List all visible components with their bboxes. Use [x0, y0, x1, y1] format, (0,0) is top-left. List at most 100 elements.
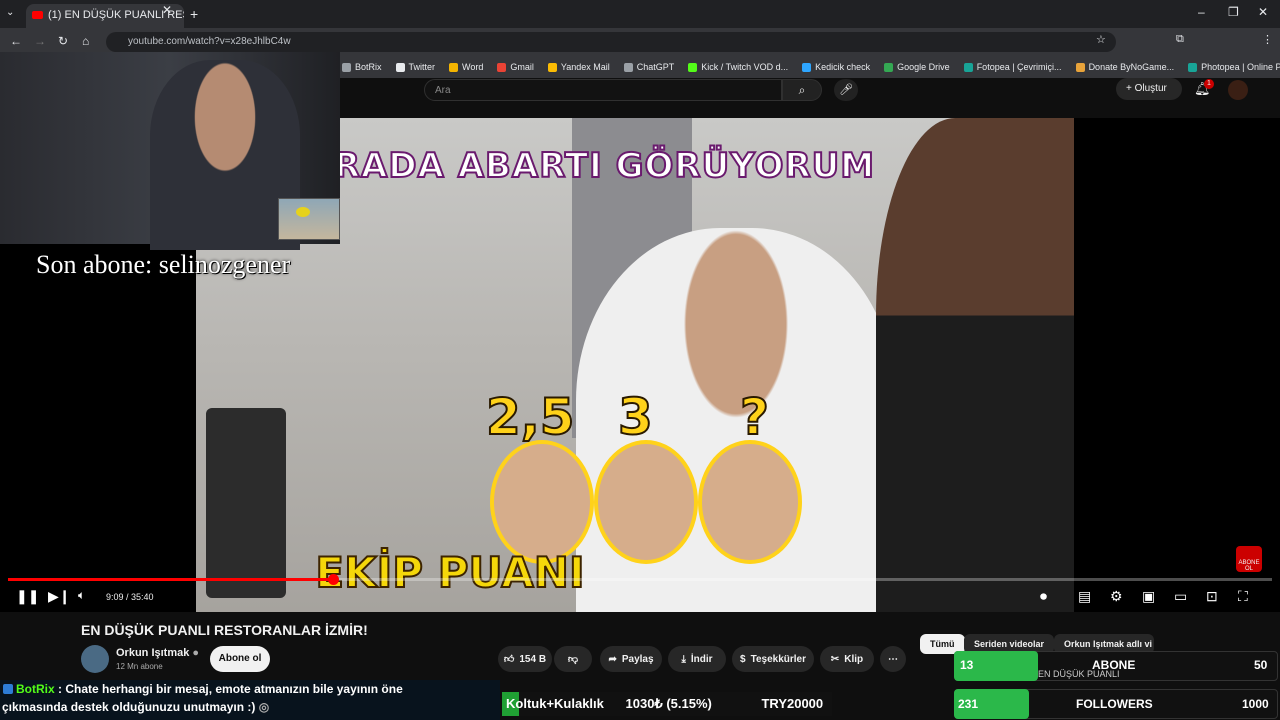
volume-icon[interactable]: 🔈︎ — [78, 588, 85, 603]
like-button[interactable]: 👍︎ 154 B — [498, 646, 552, 672]
bookmark-gmail[interactable]: Gmail — [497, 62, 534, 72]
browser-tab[interactable]: (1) EN DÜŞÜK PUANLI REST — [26, 4, 184, 28]
menu-icon[interactable]: ⋮ — [1262, 33, 1273, 46]
reload-icon[interactable]: ↻ — [58, 34, 68, 48]
score-1: 2,5 — [485, 387, 576, 447]
new-tab-icon[interactable]: + — [190, 6, 198, 22]
bynogame-icon — [1075, 62, 1085, 72]
hidden-video-title: EN DÜŞÜK PUANLI — [1038, 669, 1120, 679]
address-bar[interactable]: youtube.com/watch?v=x28eJhlbC4w — [106, 32, 1116, 52]
notification-badge: 1 — [1204, 79, 1214, 89]
subtitles-icon[interactable]: ▤ — [1078, 588, 1091, 605]
download-icon: ⤓ — [681, 653, 686, 665]
bookmarks-bar: BotRix Twitter Word Gmail Yandex Mail Ch… — [340, 56, 1280, 78]
close-window-icon[interactable]: ✕ — [1258, 5, 1268, 19]
bookmark-google-drive[interactable]: Google Drive — [884, 62, 950, 72]
share-button[interactable]: ➦ Paylaş — [600, 646, 662, 672]
cast-icon[interactable]: ⊡ — [1206, 588, 1218, 605]
bird-image — [296, 207, 310, 217]
botrix-icon — [342, 62, 351, 72]
progress-bar-fill — [8, 578, 333, 581]
bookmark-kedicik[interactable]: Kedicik check — [802, 62, 870, 72]
score-3: ? — [739, 387, 770, 447]
next-icon[interactable]: ▶❙ — [48, 588, 71, 605]
theater-mode-icon[interactable]: ▭ — [1174, 588, 1187, 605]
dislike-button[interactable]: 👎︎ — [554, 646, 592, 672]
chatgpt-icon — [623, 62, 633, 72]
emote-icon: ◎ — [258, 700, 270, 714]
clip-button[interactable]: ✂ Klip — [820, 646, 874, 672]
subscriber-count: 12 Mn abone — [116, 662, 163, 671]
miniplayer-icon[interactable]: ▣ — [1142, 588, 1155, 605]
twitter-icon — [395, 62, 405, 72]
verified-icon: ● — [192, 647, 200, 659]
bookmark-fotopea[interactable]: Fotopea | Çevrimiçi... — [963, 62, 1062, 72]
url-text: youtube.com/watch?v=x28eJhlbC4w — [128, 36, 291, 47]
bookmark-chatgpt[interactable]: ChatGPT — [623, 62, 674, 72]
restore-icon[interactable]: ❐ — [1228, 5, 1239, 19]
tab-search-icon[interactable]: ⌄ — [6, 7, 14, 18]
microphone-icon[interactable]: 🎤︎ — [834, 79, 858, 101]
bookmark-bynogame[interactable]: Donate ByNoGame... — [1075, 62, 1174, 72]
subscriber-goal-current: 13 — [960, 658, 974, 672]
pause-icon[interactable]: ❚❚ — [16, 588, 39, 605]
minimize-icon[interactable]: – — [1198, 5, 1205, 19]
bookmark-photopea[interactable]: Photopea | Online P... — [1188, 62, 1280, 72]
channel-avatar[interactable] — [81, 645, 109, 673]
youtube-favicon-icon — [32, 11, 43, 19]
bird-cam — [278, 198, 340, 240]
like-icon: 👍︎ — [503, 654, 515, 665]
follower-goal-current: 231 — [958, 697, 979, 711]
extensions-icon[interactable]: ⧉ — [1176, 33, 1184, 46]
thanks-button[interactable]: $ Teşekkürler — [732, 646, 814, 672]
yandex-mail-icon — [547, 62, 557, 72]
download-button[interactable]: ⤓ İndir — [668, 646, 726, 672]
dislike-icon: 👎︎ — [567, 654, 579, 665]
settings-gear-icon[interactable]: ⚙ — [1110, 588, 1123, 605]
more-actions-icon[interactable]: ⋯ — [880, 646, 906, 672]
face-1 — [490, 440, 594, 564]
photopea-icon — [1188, 62, 1198, 72]
fullscreen-icon[interactable]: ⛶ — [1238, 588, 1248, 605]
botrix-badge-icon — [3, 684, 13, 694]
close-tab-icon[interactable]: ✕ — [162, 3, 172, 17]
face-3 — [698, 440, 802, 564]
subscribe-button[interactable]: Abone ol — [210, 646, 270, 672]
home-icon[interactable]: ⌂ — [82, 34, 89, 48]
progress-scrubber[interactable] — [327, 574, 339, 585]
bookmark-twitter[interactable]: Twitter — [395, 62, 435, 72]
ekip-puani-banner: EKİP PUANI — [314, 547, 585, 598]
face-2 — [594, 440, 698, 564]
chat-message-line1: BotRix : Chate herhangi bir mesaj, emote… — [16, 682, 403, 696]
time-display: 9:09 / 35:40 — [106, 592, 154, 602]
search-input[interactable]: Ara — [424, 79, 782, 101]
forward-icon[interactable]: → — [34, 34, 46, 48]
autoplay-toggle-icon[interactable]: ⏺ — [1040, 588, 1047, 605]
share-icon: ➦ — [608, 653, 617, 665]
subscriber-goal-target: 50 — [1254, 658, 1268, 672]
subscribe-watermark[interactable]: ABONE OL — [1236, 546, 1262, 572]
clip-icon: ✂ — [830, 653, 840, 665]
score-2: 3 — [617, 387, 654, 447]
back-icon[interactable]: ← — [10, 34, 22, 48]
telegram-icon — [802, 62, 812, 72]
chat-message-line2: çıkmasında destek olduğunuzu unutmayın :… — [2, 700, 270, 714]
bookmark-star-icon[interactable]: ☆ — [1096, 33, 1106, 46]
thanks-icon: $ — [740, 653, 746, 665]
search-icon[interactable]: ⌕ — [782, 79, 822, 101]
kick-icon — [688, 62, 698, 72]
bookmark-botrix[interactable]: BotRix — [342, 62, 382, 72]
person-right — [876, 118, 1074, 612]
follower-goal-label: FOLLOWERS — [1076, 697, 1153, 711]
gmail-icon — [497, 62, 507, 72]
user-avatar[interactable] — [1228, 80, 1248, 100]
bookmark-kick-vod[interactable]: Kick / Twitch VOD d... — [688, 62, 788, 72]
last-subscriber-label: Son abone: selinozgener — [36, 250, 291, 279]
google-drive-icon — [884, 62, 894, 72]
channel-name[interactable]: Orkun Işıtmak ● — [116, 647, 199, 659]
video-title: EN DÜŞÜK PUANLI RESTORANLAR İZMİR! — [81, 622, 368, 638]
bookmark-word[interactable]: Word — [449, 62, 483, 72]
donation-goal-text: Koltuk+Kulaklık 1030₺ (5.15%) TRY20000 — [506, 696, 824, 711]
bookmark-yandex-mail[interactable]: Yandex Mail — [547, 62, 610, 72]
create-button[interactable]: + Oluştur — [1116, 78, 1182, 100]
